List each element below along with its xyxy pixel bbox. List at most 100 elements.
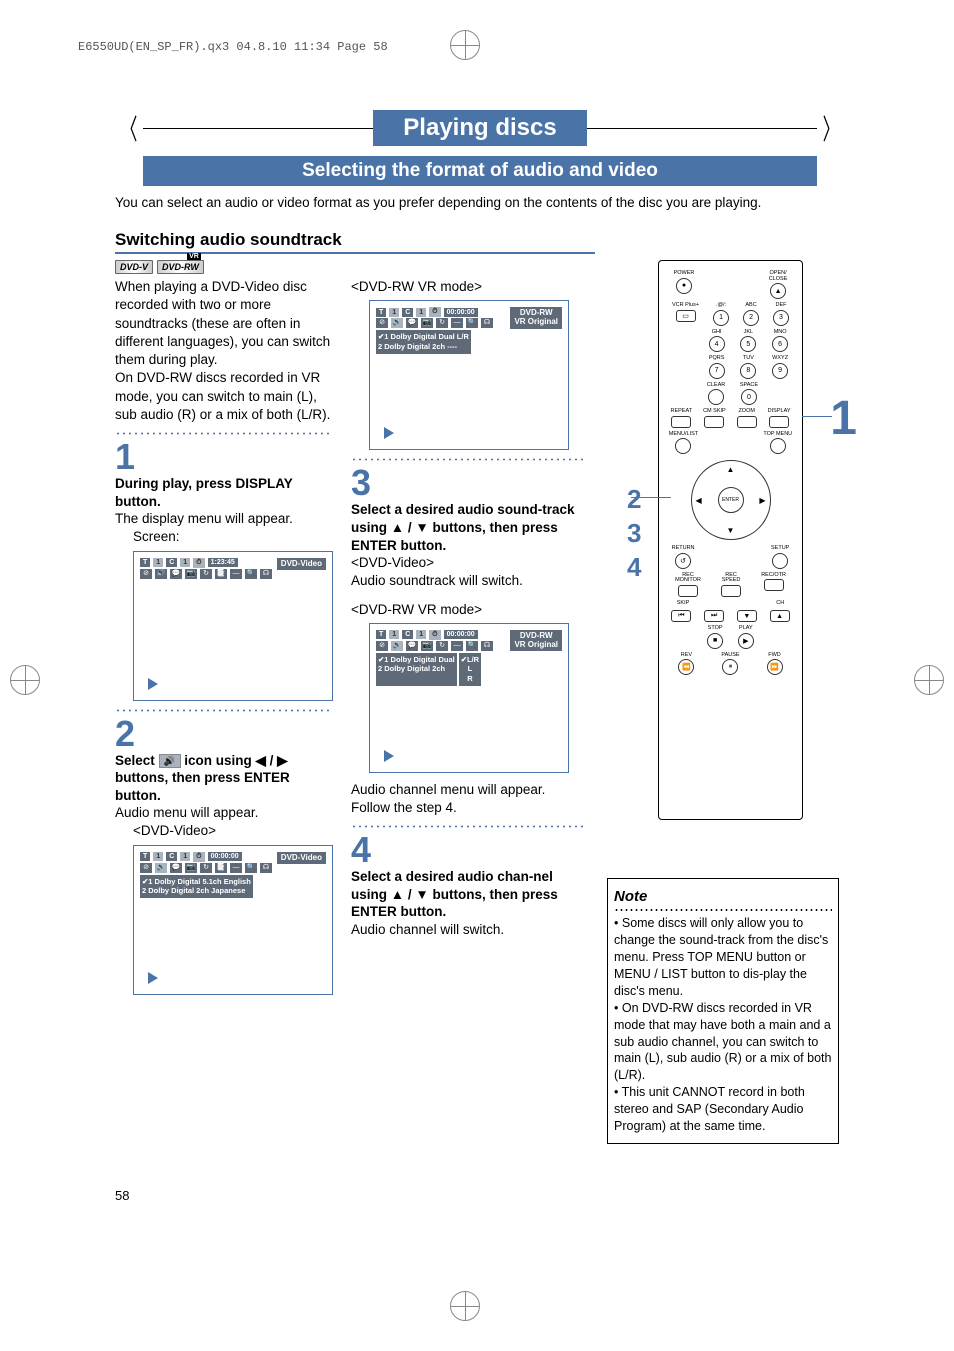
- osdm-disc-2: VR Original: [514, 317, 558, 326]
- remote-zoom-button: [737, 416, 757, 428]
- remote-power-label: POWER: [674, 271, 695, 277]
- remote-3-label: DEF: [776, 303, 787, 309]
- remote-display-label: DISPLAY: [768, 409, 791, 415]
- remote-7-button: 7: [709, 363, 725, 379]
- osd3-time: 00:00:00: [444, 630, 478, 639]
- remote-fwd-button: ⏩: [767, 659, 783, 675]
- remote-setup-button: [772, 553, 788, 569]
- step-4-body: Audio channel will switch.: [351, 921, 583, 939]
- osd3-i8: ☊: [481, 641, 493, 651]
- callout-1: 1: [830, 391, 857, 446]
- osdm-tracks: ✔1 Dolby Digital Dual L/R 2 Dolby Digita…: [376, 330, 471, 354]
- step-1-body: The display menu will appear.: [115, 510, 333, 528]
- intro-text: You can select an audio or video format …: [115, 194, 845, 212]
- remote-2-button: 2: [743, 310, 759, 326]
- remote-return-button: ↺: [675, 553, 691, 569]
- osdm-i8: ☊: [481, 318, 493, 328]
- remote-5-button: 5: [740, 336, 756, 352]
- remote-3-button: 3: [773, 310, 789, 326]
- step-1-screen: T 1 C 1 ⏱ 1:23:45 ⊘ 🔊 💬 📷 ↻ 📑: [133, 551, 333, 701]
- dpad-right-icon: ▶: [759, 496, 765, 505]
- remote-6-label: MNO: [774, 330, 787, 336]
- remote-play-button: ▶: [738, 633, 754, 649]
- osdm-i6: ―: [451, 318, 463, 328]
- osd-time: 1:23:45: [208, 558, 238, 567]
- osd2-t: T: [140, 852, 150, 861]
- play-icon-2: [148, 972, 158, 984]
- osd3-t: T: [376, 630, 386, 639]
- file-header: E6550UD(EN_SP_FR).qx3 04.8.10 11:34 Page…: [78, 40, 388, 54]
- osdm-cv: 1: [416, 308, 426, 317]
- step-3-screen: T 1 C 1 ⏱ 00:00:00 ⊘ 🔊 💬 📷 ↻ ―: [369, 623, 569, 773]
- step-3-number: 3: [351, 465, 583, 501]
- remote-clear-label: CLEAR: [707, 383, 725, 389]
- step-3-body1: Audio soundtrack will switch.: [351, 572, 583, 590]
- osd-icon-7: ―: [230, 569, 242, 579]
- audio-icon: [159, 754, 181, 768]
- remote-9-button: 9: [772, 363, 788, 379]
- osd2-i4: 📷: [185, 863, 197, 873]
- remote-stop-label: STOP: [708, 626, 723, 632]
- osd-audio-icon: 🔊: [155, 569, 167, 579]
- osd3-track-2: 2 Dolby Digital 2ch: [378, 664, 455, 674]
- step-2-screen: T 1 C 1 ⏱ 00:00:00 ⊘ 🔊 💬 📷 ↻ 📑: [133, 845, 333, 995]
- left-body: When playing a DVD-Video disc recorded w…: [115, 278, 333, 424]
- osd2-c: C: [166, 852, 177, 861]
- step-3-body2: Audio channel menu will appear. Follow t…: [351, 781, 583, 817]
- remote-8-label: TUV: [743, 356, 754, 362]
- osd-clock-icon: ⏱: [193, 558, 204, 568]
- remote-0-button: 0: [741, 389, 757, 405]
- registration-mark-right: [914, 665, 944, 695]
- step-2-heading: Select icon using ◀ / ▶ buttons, then pr…: [115, 752, 333, 805]
- remote-7-label: PQRS: [709, 356, 725, 362]
- remote-stop-button: ■: [707, 633, 723, 649]
- step-3-mode2: <DVD-RW VR mode>: [351, 601, 583, 619]
- subtitle: Selecting the format of audio and video: [143, 156, 817, 186]
- play-icon: [148, 678, 158, 690]
- step-2-body: Audio menu will appear.: [115, 804, 333, 822]
- osdm-tv: 1: [389, 308, 399, 317]
- callout-3: 3: [627, 517, 641, 551]
- osdm-i7: 🔍: [466, 318, 478, 328]
- osd3-i6: ―: [451, 641, 463, 651]
- osd3-i5: ↻: [436, 641, 448, 651]
- osd2-cv: 1: [180, 852, 190, 861]
- dpad-down-icon: ▼: [727, 526, 735, 535]
- remote-ch-up-button: ▲: [770, 610, 790, 622]
- remote-recmon-button: [678, 585, 698, 597]
- dvd-v-icon: DVD-V: [115, 260, 153, 274]
- remote-dpad: ▲ ▼ ◀ ▶ ENTER: [691, 460, 771, 540]
- remote-display-button: [769, 416, 789, 428]
- remote-recmon-label: REC MONITOR: [675, 573, 701, 584]
- remote-repeat-button: [671, 416, 691, 428]
- remote-eject-button: ▲: [770, 283, 786, 299]
- remote-pause-button: ⏸: [722, 659, 738, 675]
- play-icon-m: [384, 427, 394, 439]
- osdm-audio-icon: 🔊: [391, 318, 403, 328]
- remote-skip-label: SKIP: [677, 601, 690, 607]
- osd-disc-label: DVD-Video: [277, 558, 326, 571]
- dvd-rw-vr-icon: DVD-RW: [157, 260, 204, 274]
- osd-c: C: [166, 558, 177, 567]
- osd3-tracks: ✔1 Dolby Digital Dual 2 Dolby Digital 2c…: [376, 653, 457, 686]
- osd2-disc: DVD-Video: [277, 852, 326, 865]
- step-divider: [115, 432, 333, 435]
- note-item-1: • Some discs will only allow you to chan…: [614, 915, 832, 999]
- remote-0-label: SPACE: [740, 383, 758, 389]
- osd3-i3: 💬: [406, 641, 418, 651]
- registration-mark-left: [10, 665, 40, 695]
- step-divider-2: [115, 709, 333, 712]
- osdm-track-1: ✔1 Dolby Digital Dual L/R: [378, 332, 469, 342]
- remote-ch-down-button: ▼: [737, 610, 757, 622]
- remote-topmenu-label: TOP MENU: [763, 432, 792, 438]
- step-4-number: 4: [351, 832, 583, 868]
- osdm-t: T: [376, 308, 386, 317]
- callout-1-line: [802, 416, 832, 417]
- callout-234-line: [631, 497, 671, 498]
- step-1-heading: During play, press DISPLAY button.: [115, 475, 333, 510]
- remote-vcrplus-label: VCR Plus+: [672, 303, 699, 309]
- osd2-i6: 📑: [215, 863, 227, 873]
- osd3-c: C: [402, 630, 413, 639]
- remote-9-label: WXYZ: [772, 356, 788, 362]
- remote-zoom-label: ZOOM: [738, 409, 755, 415]
